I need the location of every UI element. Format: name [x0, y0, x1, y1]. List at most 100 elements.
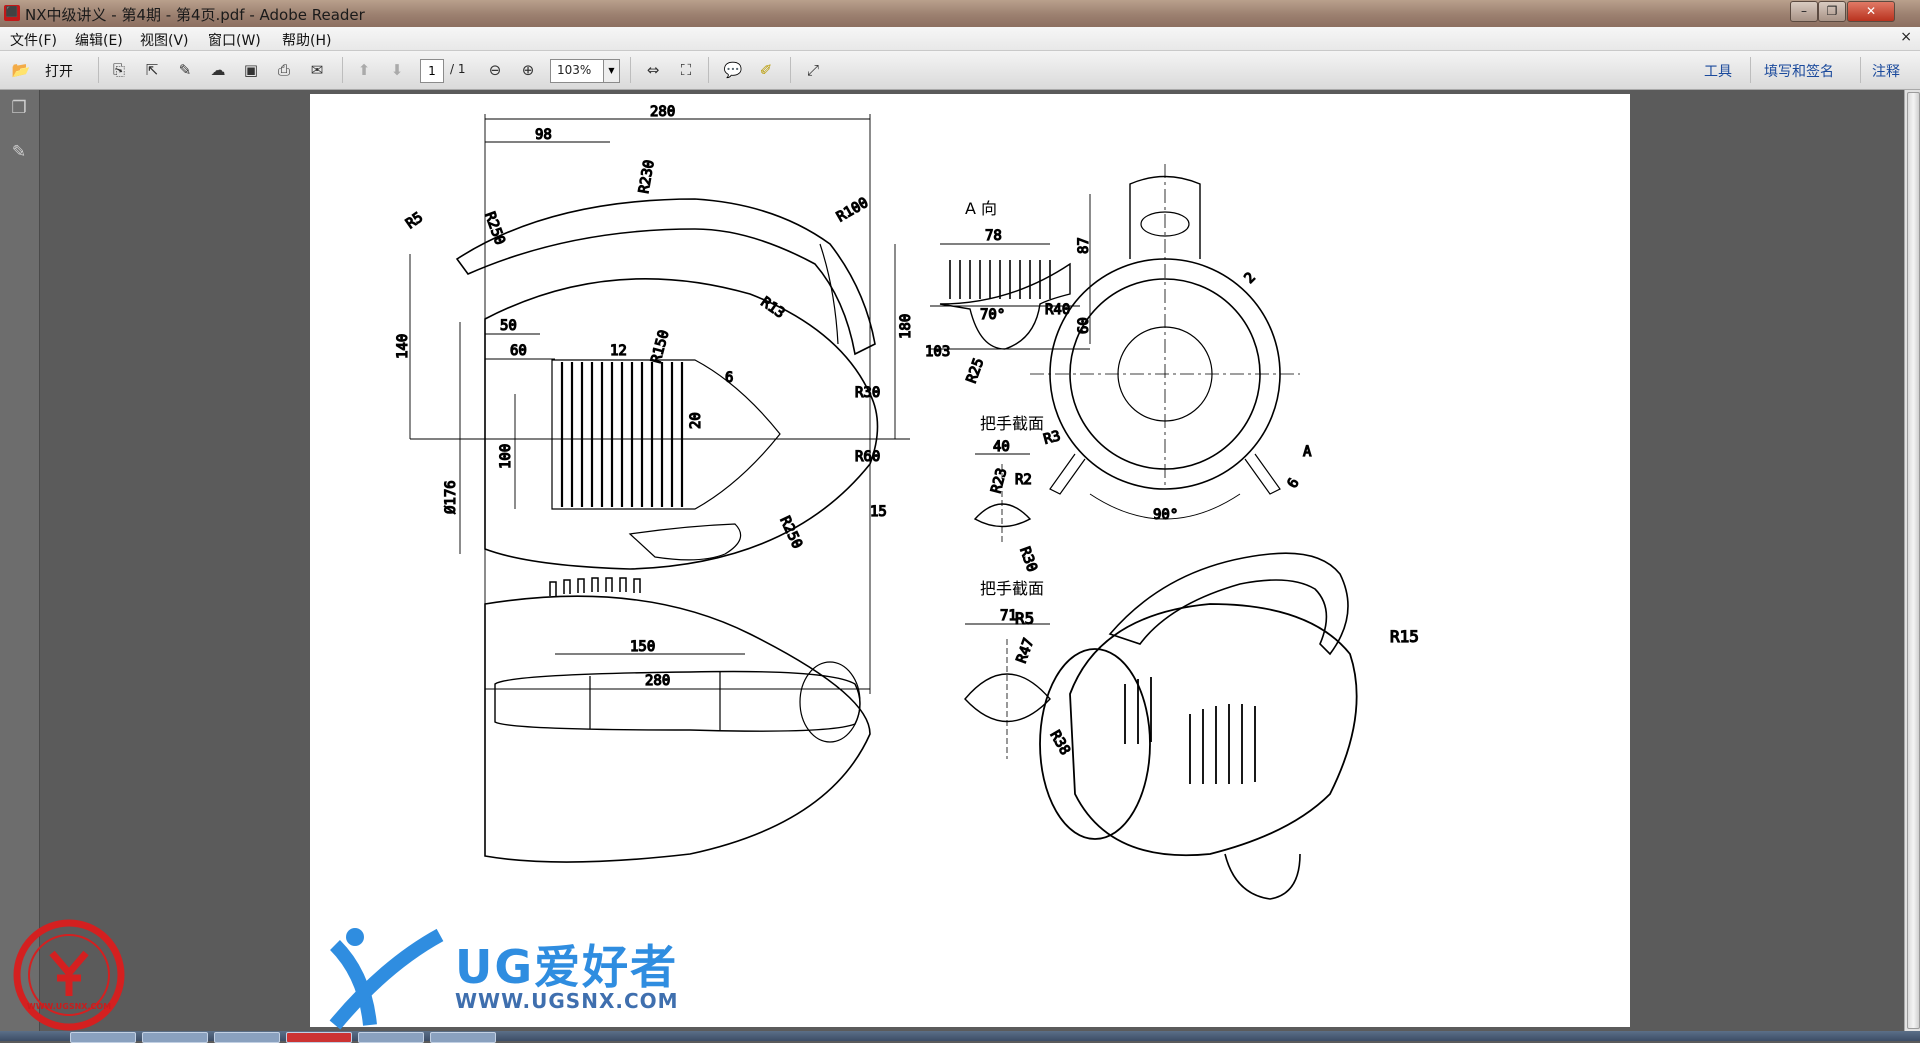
svg-text:20: 20 [688, 412, 704, 429]
comment-icon[interactable]: 💬 [722, 59, 744, 81]
export-pdf-icon[interactable]: ⇱ [141, 59, 163, 81]
comment-link[interactable]: 注释 [1872, 61, 1900, 81]
fit-width-icon[interactable]: ⇔ [642, 59, 664, 81]
menu-edit[interactable]: 编辑(E) [75, 30, 123, 50]
side-view [484, 577, 871, 863]
edit-pdf-icon[interactable]: ✎ [174, 59, 196, 81]
svg-text:R5: R5 [403, 210, 426, 233]
fill-sign-link[interactable]: 填写和签名 [1764, 61, 1834, 81]
svg-text:2: 2 [1242, 270, 1259, 287]
menu-file[interactable]: 文件(F) [10, 30, 57, 50]
svg-text:98: 98 [535, 127, 552, 143]
adobe-reader-icon: ⬛ [4, 5, 20, 21]
svg-text:50: 50 [500, 318, 517, 334]
navigation-pane: ❐ ✎ [0, 90, 40, 1031]
zoom-in-icon[interactable]: ⊕ [517, 59, 539, 81]
svg-text:R100: R100 [834, 195, 871, 226]
page-number-input[interactable]: 1 [420, 59, 444, 83]
print-icon[interactable]: ⎙ [273, 59, 295, 81]
save-icon[interactable]: ▣ [240, 59, 262, 81]
svg-text:6: 6 [1285, 476, 1303, 491]
isometric-view: R5 R15 [1014, 552, 1420, 900]
svg-text:180: 180 [898, 314, 914, 339]
svg-text:R23: R23 [988, 466, 1010, 495]
watermark-logo: UG爱好者 WWW.UGSNX.COM [315, 925, 795, 1030]
engineering-drawing: 280 98 280 150 50 60 12 6 R30 R60 15 R10… [394, 103, 1420, 900]
taskbar [0, 1031, 1920, 1043]
handle-section-1: 把手截面 40 R23 R30 [973, 414, 1044, 575]
attachments-icon[interactable]: ✎ [9, 142, 29, 162]
svg-text:R30: R30 [855, 385, 880, 401]
handle-section-2: 把手截面 71 R47 R38 [964, 579, 1074, 759]
menu-window[interactable]: 窗口(W) [208, 30, 261, 50]
svg-text:R60: R60 [855, 449, 880, 465]
close-button[interactable]: ✕ [1847, 1, 1895, 22]
window-title: NX中级讲义 - 第4期 - 第4页.pdf - Adobe Reader [25, 6, 365, 24]
watermark-brand: UG爱好者 [455, 940, 679, 994]
svg-text:A 向: A 向 [965, 199, 997, 218]
watermark-url: WWW.UGSNX.COM [455, 989, 679, 1013]
email-icon[interactable]: ✉ [306, 59, 328, 81]
full-screen-icon[interactable]: ⤢ [802, 59, 824, 81]
cloud-upload-icon[interactable]: ☁ [207, 59, 229, 81]
taskbar-item[interactable] [70, 1032, 136, 1043]
svg-text:R38: R38 [1047, 728, 1074, 758]
svg-text:280: 280 [650, 104, 675, 120]
toolbar: 📂 打开 ⎘ ⇱ ✎ ☁ ▣ ⎙ ✉ ⬆ ⬇ 1 / 1 ⊖ ⊕ 103% ▼ … [0, 51, 1920, 90]
create-pdf-icon[interactable]: ⎘ [108, 59, 130, 81]
document-area[interactable]: 280 98 280 150 50 60 12 6 R30 R60 15 R10… [40, 90, 1904, 1031]
scrollbar-thumb[interactable] [1907, 92, 1920, 1029]
taskbar-item[interactable] [142, 1032, 208, 1043]
svg-text:15: 15 [870, 504, 887, 520]
toolbar-separator [708, 57, 709, 83]
fit-page-icon[interactable]: ⛶ [675, 59, 697, 81]
taskbar-item[interactable] [430, 1032, 496, 1043]
zoom-out-icon[interactable]: ⊖ [484, 59, 506, 81]
open-button-label[interactable]: 打开 [45, 61, 73, 81]
svg-text:Ø176: Ø176 [443, 480, 459, 514]
seal-text: WWW.UGSNX.COM [26, 1002, 112, 1011]
view-a: A 向 78 70° R40 103 87 60 R25 [924, 194, 1093, 386]
svg-text:60: 60 [510, 343, 527, 359]
title-bar: ⬛ NX中级讲义 - 第4期 - 第4页.pdf - Adobe Reader … [0, 0, 1920, 27]
minimize-button[interactable]: – [1790, 1, 1818, 22]
toolbar-separator [790, 57, 791, 83]
previous-page-icon[interactable]: ⬆ [353, 59, 375, 81]
close-document-icon[interactable]: × [1900, 29, 1912, 45]
svg-text:6: 6 [725, 370, 733, 386]
svg-text:100: 100 [498, 444, 514, 469]
svg-text:A: A [1303, 444, 1312, 460]
taskbar-item[interactable] [358, 1032, 424, 1043]
svg-text:R15: R15 [1390, 627, 1419, 646]
svg-text:R2: R2 [1015, 472, 1032, 488]
menu-view[interactable]: 视图(V) [140, 30, 189, 50]
top-view: 280 98 280 150 50 60 12 6 R30 R60 15 R10… [394, 103, 915, 694]
svg-text:12: 12 [610, 343, 627, 359]
vertical-scrollbar[interactable] [1904, 90, 1920, 1031]
tools-link[interactable]: 工具 [1704, 61, 1732, 81]
pdf-page: 280 98 280 150 50 60 12 6 R30 R60 15 R10… [310, 94, 1630, 1027]
maximize-button[interactable]: ❐ [1818, 1, 1846, 22]
svg-text:140: 140 [395, 334, 411, 359]
taskbar-item[interactable] [214, 1032, 280, 1043]
taskbar-item-adobe[interactable] [286, 1032, 352, 1043]
open-folder-icon[interactable]: 📂 [10, 59, 32, 81]
next-page-icon[interactable]: ⬇ [386, 59, 408, 81]
svg-text:40: 40 [993, 439, 1010, 455]
watermark-seal: WWW.UGSNX.COM [12, 918, 126, 1032]
front-view: 2 R3 R2 A 6 90° [1014, 164, 1313, 524]
toolbar-separator [98, 57, 99, 83]
svg-text:78: 78 [985, 228, 1002, 244]
menu-bar: 文件(F) 编辑(E) 视图(V) 窗口(W) 帮助(H) × [0, 27, 1920, 51]
svg-text:R250: R250 [776, 514, 805, 551]
svg-text:R25: R25 [964, 356, 988, 385]
svg-text:280: 280 [645, 673, 670, 689]
svg-text:把手截面: 把手截面 [980, 414, 1044, 433]
toolbar-separator [342, 57, 343, 83]
chevron-down-icon[interactable]: ▼ [603, 60, 619, 82]
menu-help[interactable]: 帮助(H) [282, 30, 331, 50]
zoom-select[interactable]: 103% ▼ [550, 59, 620, 83]
svg-text:R47: R47 [1014, 636, 1038, 665]
highlight-icon[interactable]: ✐ [755, 59, 777, 81]
page-thumbnails-icon[interactable]: ❐ [9, 98, 29, 118]
